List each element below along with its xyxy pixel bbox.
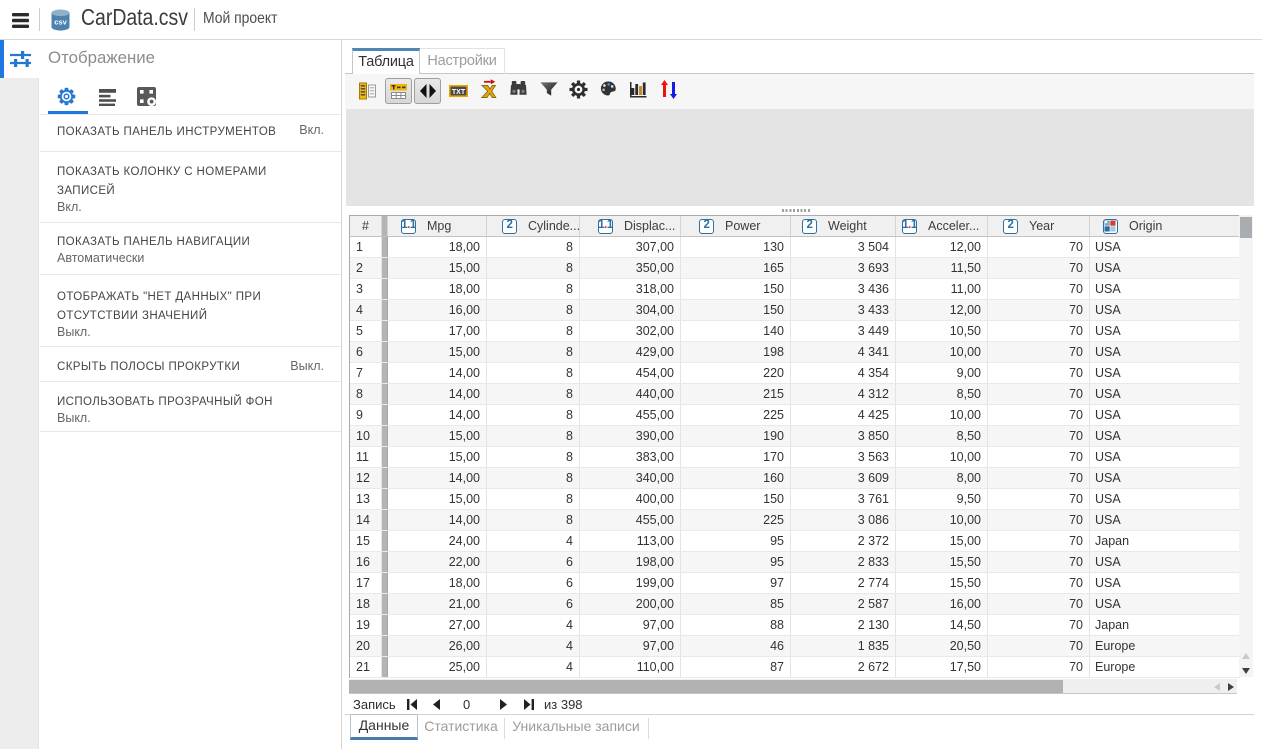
svg-text:TXT: TXT <box>452 89 466 96</box>
svg-text:csv: csv <box>54 17 67 26</box>
